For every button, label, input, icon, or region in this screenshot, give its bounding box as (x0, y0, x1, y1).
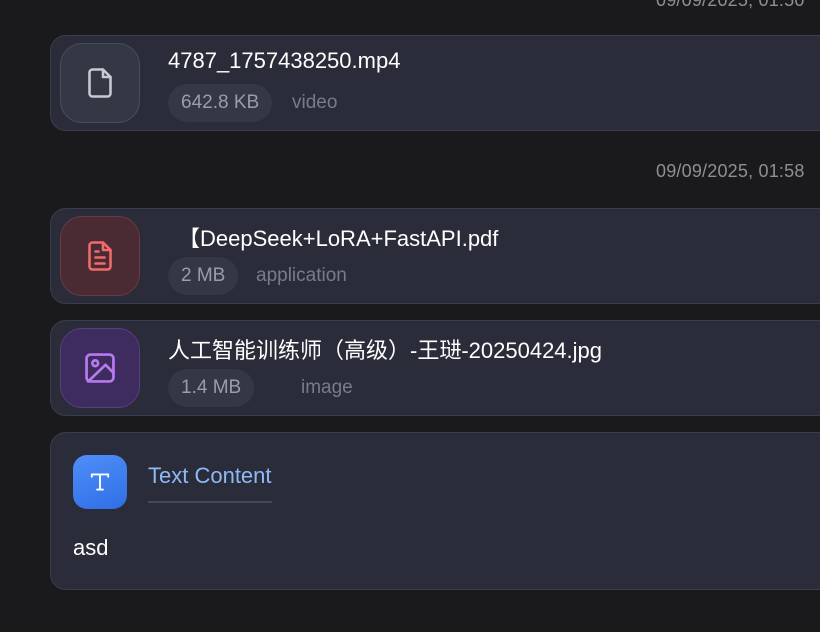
text-type-icon (73, 455, 127, 509)
text-content-title: Text Content (148, 463, 272, 503)
file-attachment-card[interactable]: 【DeepSeek+LoRA+FastAPI.pdf 2 MB applicat… (50, 208, 820, 304)
image-icon (60, 328, 140, 408)
message-timestamp: 09/09/2025, 01:58 (656, 161, 805, 181)
text-content-body: asd (73, 535, 109, 560)
file-name: 人工智能训练师（高级）-王琎-20250424.jpg (168, 338, 603, 363)
file-name: 【DeepSeek+LoRA+FastAPI.pdf (178, 226, 499, 251)
text-content-card: Text Content asd (50, 432, 820, 590)
file-type-label: image (301, 377, 353, 398)
file-attachment-card[interactable]: 4787_1757438250.mp4 642.8 KB video (50, 35, 820, 131)
file-size-badge: 2 MB (168, 257, 239, 295)
file-type-label: application (256, 265, 347, 286)
file-icon (60, 43, 140, 123)
file-type-label: video (292, 92, 338, 113)
file-name: 4787_1757438250.mp4 (168, 48, 401, 73)
file-size-badge: 642.8 KB (168, 84, 273, 122)
message-timestamp: 09/09/2025, 01:50 (656, 0, 805, 10)
document-text-icon (60, 216, 140, 296)
file-size-badge: 1.4 MB (168, 369, 255, 407)
file-attachment-card[interactable]: 人工智能训练师（高级）-王琎-20250424.jpg 1.4 MB image (50, 320, 820, 416)
